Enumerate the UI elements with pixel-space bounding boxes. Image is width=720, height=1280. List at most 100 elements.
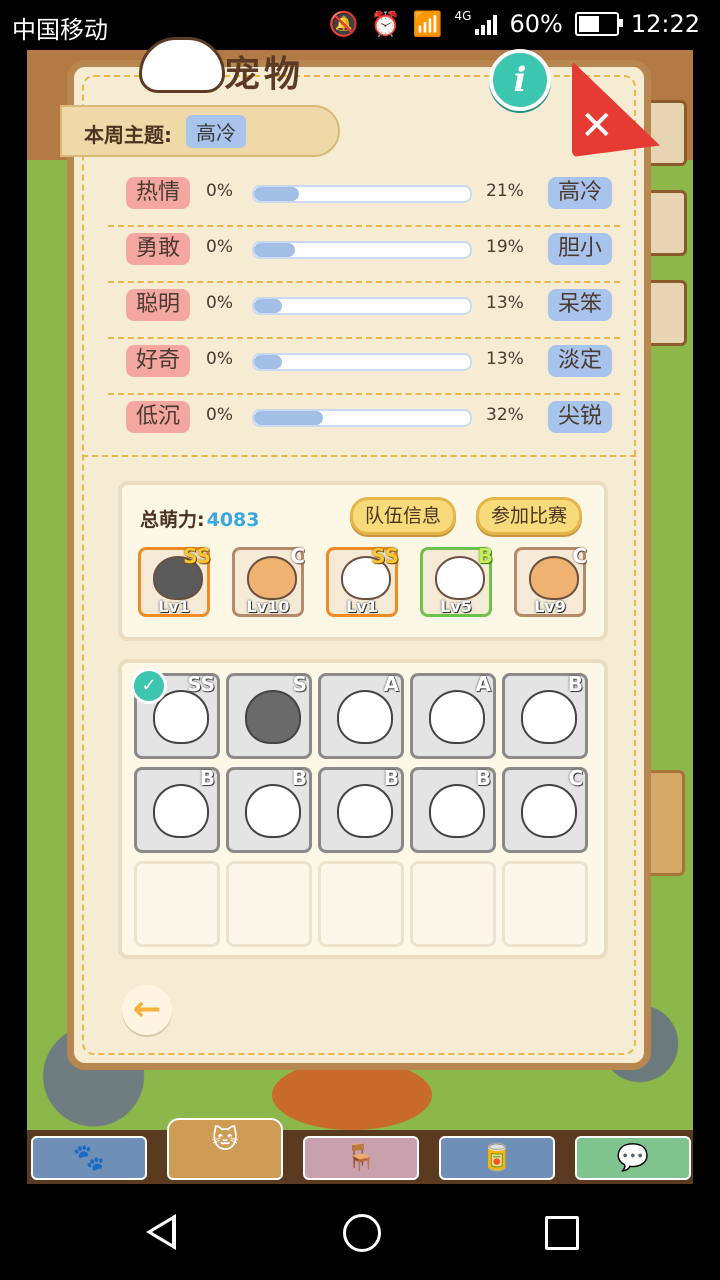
level-label: Lv1 — [158, 597, 190, 616]
selected-check-icon: ✓ — [131, 668, 167, 704]
team-member-slot[interactable]: B Lv5 — [420, 544, 493, 617]
pet-cell[interactable]: B — [134, 766, 220, 853]
theme-label: 本周主题: — [84, 123, 172, 147]
trait-bar — [252, 409, 472, 427]
bottom-tab-bar: 🐾 🐱 🪑 🥫 💬 — [27, 1118, 693, 1184]
trait-row: 好奇 0% 13% 淡定 — [108, 339, 620, 395]
trait-bar-fill — [254, 187, 300, 201]
cat-avatar-icon — [429, 784, 485, 838]
pet-cell[interactable]: SS ✓ — [131, 668, 220, 759]
trait-list: 热情 0% 21% 高冷 勇敢 0% 19% 胆小 聪明 0% 13% 呆笨 好… — [108, 171, 620, 449]
battery-icon — [574, 12, 623, 36]
empty-pet-cell — [410, 861, 496, 947]
trait-left-pct: 0% — [206, 349, 233, 369]
trait-left-pct: 0% — [206, 181, 233, 201]
cat-avatar-icon — [337, 690, 393, 744]
level-label: Lv5 — [440, 597, 472, 616]
nav-recent-apps-icon[interactable] — [545, 1216, 579, 1250]
pet-cell[interactable]: A — [410, 672, 496, 759]
pet-inventory: SS ✓ S A A B B B B B C — [118, 659, 608, 959]
team-member-slot[interactable]: C Lv9 — [514, 544, 587, 617]
section-divider — [82, 455, 636, 457]
theme-value: 高冷 — [186, 115, 246, 148]
trait-bar — [252, 353, 472, 371]
tab-cat-icon[interactable]: 🐱 — [167, 1118, 283, 1180]
team-slots: SS Lv1 C Lv10 SS Lv1 B Lv5 C Lv9 — [138, 544, 587, 617]
cat-avatar-icon — [521, 784, 577, 838]
cat-cushion — [272, 1060, 432, 1130]
rank-badge: SS — [371, 544, 399, 568]
empty-pet-cell — [134, 861, 220, 947]
rank-badge: SS — [187, 672, 215, 696]
rank-badge: A — [475, 672, 491, 696]
trait-right-pct: 13% — [486, 349, 524, 369]
total-power: 总萌力: 4083 — [140, 505, 260, 532]
trait-left-pct: 0% — [206, 293, 233, 313]
trait-bar — [252, 185, 472, 203]
pet-cell[interactable]: S — [226, 672, 312, 759]
info-button[interactable]: i — [489, 49, 551, 111]
pet-cell[interactable]: B — [318, 766, 404, 853]
trait-left-tag: 热情 — [126, 177, 191, 209]
rank-badge: B — [291, 766, 307, 790]
trait-right-tag: 呆笨 — [547, 289, 612, 321]
level-label: Lv1 — [346, 597, 378, 616]
pet-cell[interactable]: B — [502, 672, 588, 759]
pet-cell[interactable]: A — [318, 672, 404, 759]
trait-row: 聪明 0% 13% 呆笨 — [108, 283, 620, 339]
wifi-icon: 📶 — [412, 10, 443, 38]
level-label: Lv10 — [246, 597, 290, 616]
signal-icon — [475, 13, 498, 35]
pet-cell[interactable]: C — [502, 766, 588, 853]
weekly-theme: 本周主题: 高冷 — [60, 105, 340, 157]
close-icon[interactable]: ✕ — [580, 103, 614, 149]
team-info-button[interactable]: 队伍信息 — [350, 497, 457, 535]
rank-badge: A — [383, 672, 399, 696]
cat-avatar-icon — [153, 784, 209, 838]
trait-bar-fill — [254, 299, 283, 313]
system-nav-bar — [0, 1184, 720, 1280]
rank-badge: C — [572, 544, 587, 568]
pet-panel: 宠物 i ✕ 本周主题: 高冷 热情 0% 21% 高冷 勇敢 0% 19% 胆… — [60, 37, 660, 1070]
trait-left-tag: 勇敢 — [126, 233, 191, 265]
team-member-slot[interactable]: C Lv10 — [232, 544, 305, 617]
pet-cell[interactable]: B — [410, 766, 496, 853]
trait-bar-fill — [254, 243, 296, 257]
mute-icon: 🔕 — [328, 10, 359, 38]
battery-percent: 60% — [509, 10, 563, 38]
trait-left-pct: 0% — [206, 405, 233, 425]
trait-row: 低沉 0% 32% 尖锐 — [108, 395, 620, 449]
empty-pet-cell — [226, 861, 312, 947]
total-power-label: 总萌力: — [140, 509, 205, 531]
total-power-value: 4083 — [206, 509, 260, 531]
tab-food-can-icon[interactable]: 🥫 — [439, 1136, 555, 1180]
nav-home-icon[interactable] — [343, 1214, 381, 1252]
pet-cell[interactable]: B — [226, 766, 312, 853]
trait-right-pct: 21% — [486, 181, 524, 201]
nav-back-icon[interactable] — [146, 1214, 176, 1250]
pet-grid: SS ✓ S A A B B B B B C — [131, 668, 588, 947]
cat-avatar-icon — [337, 784, 393, 838]
trait-left-pct: 0% — [206, 237, 233, 257]
rank-badge: C — [290, 544, 305, 568]
trait-bar-fill — [254, 355, 283, 369]
tab-paw-icon[interactable]: 🐾 — [31, 1136, 147, 1180]
rank-badge: SS — [183, 544, 211, 568]
tab-furniture-icon[interactable]: 🪑 — [303, 1136, 419, 1180]
team-member-slot[interactable]: SS Lv1 — [326, 544, 399, 617]
rank-badge: B — [567, 672, 583, 696]
level-label: Lv9 — [534, 597, 566, 616]
team-box: 总萌力: 4083 队伍信息 参加比赛 SS Lv1 C Lv10 SS Lv1 … — [118, 481, 608, 641]
tab-chat-icon[interactable]: 💬 — [575, 1136, 691, 1180]
clock: 12:22 — [630, 10, 700, 38]
rank-badge: S — [292, 672, 307, 696]
trait-left-tag: 好奇 — [126, 345, 191, 377]
trait-left-tag: 低沉 — [126, 401, 191, 433]
trait-right-tag: 尖锐 — [547, 401, 612, 433]
status-bar: 中国移动 🔕 ⏰ 📶 4G 60% 12:22 — [0, 0, 720, 50]
join-contest-button[interactable]: 参加比赛 — [476, 497, 583, 535]
carrier-name: 中国移动 — [12, 16, 108, 44]
back-arrow-button[interactable]: ← — [122, 985, 172, 1035]
team-member-slot[interactable]: SS Lv1 — [138, 544, 211, 617]
rank-badge: B — [475, 766, 491, 790]
